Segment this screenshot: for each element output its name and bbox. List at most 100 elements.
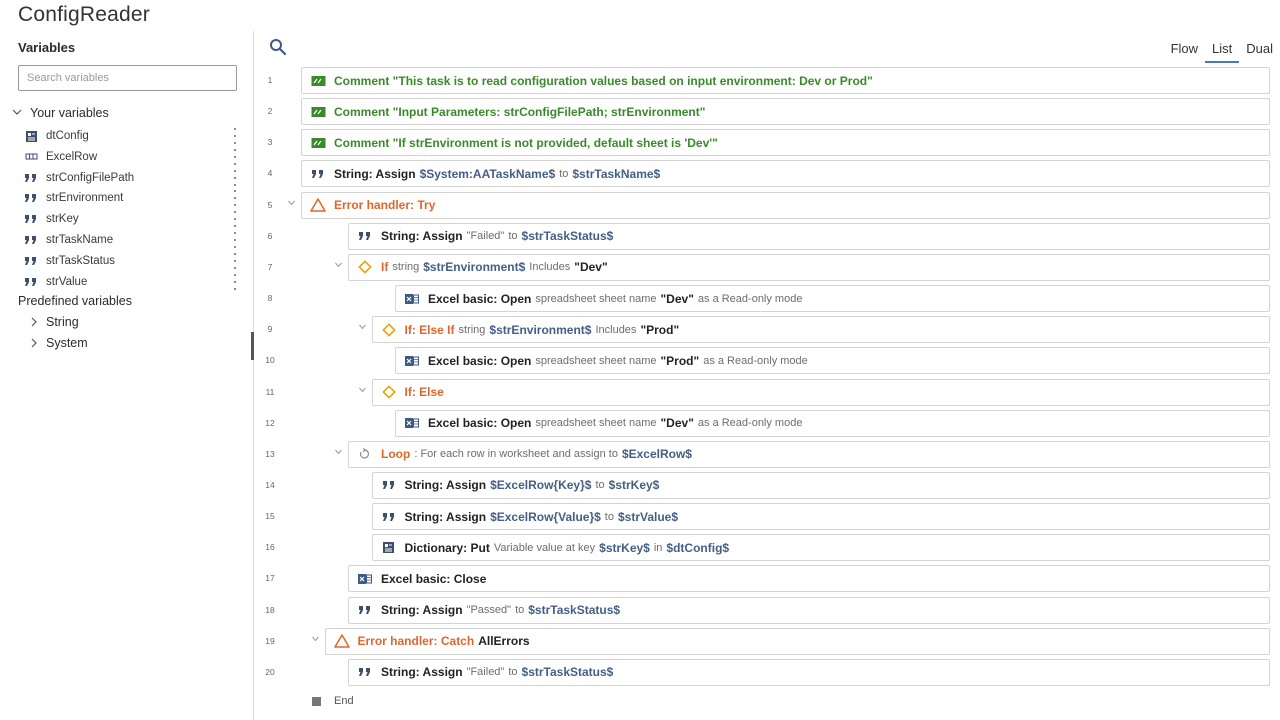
step-row[interactable]: Error handler: Catch AllErrors [324,627,1270,655]
step-text-or: If: Else [404,385,444,399]
variable-name: strEnvironment [46,192,124,205]
more-options-icon[interactable] [230,148,240,165]
tab-list[interactable]: List [1205,39,1240,63]
string-icon [24,171,38,185]
variable-item[interactable]: strTaskName [24,230,240,250]
step-text-b: String: Assign [404,478,487,493]
step-row[interactable]: Loop: For each row in worksheet and assi… [348,440,1270,468]
step-text-g: to [508,666,518,679]
predefined-item[interactable]: String [30,315,79,329]
step-row[interactable]: Dictionary: Put Variable value at key $str… [371,534,1270,562]
step-row[interactable]: Excel basic: Close [348,565,1270,593]
search-variables-input[interactable] [18,65,237,91]
step-text-g: "Passed" [466,604,512,617]
search-icon[interactable] [269,38,287,56]
step-text-g: "Failed" [466,666,505,679]
excel-icon [404,416,420,430]
step-text-or: If [381,260,389,275]
step-text-g: in [653,541,663,554]
step-text-b2: AllErrors [478,634,530,649]
step-row[interactable]: If string $strEnvironment$ Includes "Dev" [348,253,1270,281]
line-number: 3 [267,137,273,148]
step-row[interactable]: If: Else [371,378,1270,406]
step-text-b: String: Assign [381,665,463,680]
variable-item[interactable]: strValue [24,272,240,292]
error-handler-icon [333,634,350,648]
more-options-icon[interactable] [230,128,240,144]
step-row[interactable]: String: Assign $System:AATaskName$ to $strT… [301,160,1270,188]
comment-icon [310,136,326,150]
excel-icon [404,354,420,368]
collapse-chevron-icon[interactable] [358,387,366,395]
step-row[interactable]: Comment "If strEnvironment is not provid… [301,129,1270,157]
more-options-icon[interactable] [230,232,240,248]
step-text-b: Excel basic: Open [428,291,532,306]
step-row[interactable]: Comment "Input Parameters: strConfigFile… [301,98,1270,126]
sidebar-scrollbar[interactable] [251,332,254,360]
end-label: End [334,695,354,707]
string-icon [357,665,373,679]
collapse-chevron-icon[interactable] [311,636,319,644]
step-text-v: $strValue$ [617,509,679,524]
string-icon [24,275,38,289]
step-text-g: to [508,230,518,243]
step-text-v: $System:AATaskName$ [419,166,556,181]
variable-item[interactable]: strConfigFilePath [24,168,240,188]
variable-name: strValue [46,275,88,288]
step-row[interactable]: If: Else If string $strEnvironment$ Include… [371,316,1270,344]
variable-item[interactable]: dtConfig [24,126,240,146]
your-variables-toggle[interactable]: Your variables [12,106,109,120]
collapse-chevron-icon[interactable] [335,449,342,457]
collapse-chevron-icon[interactable] [335,262,342,270]
step-text-g: to [559,167,569,180]
step-row[interactable]: String: Assign "Passed" to $strTaskStatus$ [348,596,1270,624]
tab-flow[interactable]: Flow [1164,39,1205,63]
line-number: 6 [267,230,273,241]
line-number: 1 [267,75,273,85]
tab-dual[interactable]: Dual [1239,39,1280,63]
step-row[interactable]: Comment "This task is to read configurat… [301,67,1270,94]
step-row[interactable]: Excel basic: Open spreadsheet sheet name "… [395,347,1270,375]
step-text-b: "Dev" [660,291,694,306]
step-text-b: String: Assign [334,166,416,181]
step-text-g: spreadsheet sheet name [535,354,657,367]
predefined-variables-label: Predefined variables [18,294,132,308]
collapse-chevron-icon[interactable] [288,200,295,208]
step-row[interactable]: Error handler: Try [301,191,1270,219]
collapse-chevron-icon[interactable] [358,324,366,332]
variable-name: strKey [46,213,79,226]
variable-item[interactable]: strTaskStatus [24,251,240,271]
step-text-b: "Prod" [660,353,700,368]
more-options-icon[interactable] [230,211,240,228]
more-options-icon[interactable] [230,273,240,290]
variable-item[interactable]: strEnvironment [24,188,240,208]
string-icon [310,167,326,181]
more-options-icon[interactable] [230,190,240,207]
more-options-icon[interactable] [230,169,240,186]
chevron-right-icon [30,338,44,348]
step-row[interactable]: String: Assign "Failed" to $strTaskStatus$ [348,658,1270,686]
step-text-v: $strKey$ [608,478,660,493]
step-row[interactable]: String: Assign $ExcelRow{Value}$ to $strVal… [371,503,1270,531]
error-handler-icon [310,198,326,212]
predefined-item[interactable]: System [30,336,88,350]
step-text-b: Excel basic: Open [428,353,532,368]
variable-item[interactable]: strKey [24,209,240,229]
step-text-b: "Dev" [574,260,608,275]
step-text-b: Excel basic: Close [381,571,487,586]
view-tabs: Flow List Dual [1164,39,1280,63]
string-icon [381,478,397,492]
your-variables-label: Your variables [30,106,109,120]
step-row[interactable]: String: Assign $ExcelRow{Key}$ to $strKey$ [371,471,1270,499]
predefined-label: System [46,336,88,350]
step-row[interactable]: String: Assign "Failed" to $strTaskStatus$ [348,222,1270,250]
more-options-icon[interactable] [230,252,240,269]
line-number: 5 [267,199,273,210]
variable-item[interactable]: ExcelRow [24,147,240,167]
variable-name: strTaskStatus [46,254,116,267]
step-row[interactable]: Excel basic: Open spreadsheet sheet name "… [395,285,1270,313]
step-text-g: to [604,510,614,523]
step-text-v: $ExcelRow{Key}$ [490,478,592,493]
step-row[interactable]: Excel basic: Open spreadsheet sheet name "… [395,409,1270,437]
if-icon [381,385,397,399]
